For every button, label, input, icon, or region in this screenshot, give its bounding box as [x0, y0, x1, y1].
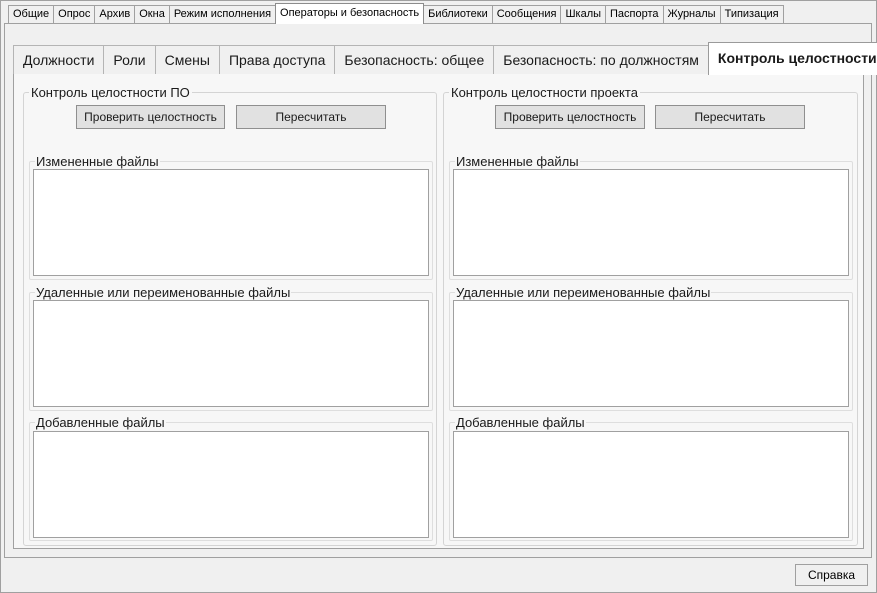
project-changed-files-label: Измененные файлы	[455, 154, 580, 169]
project-added-files-list[interactable]	[453, 431, 849, 538]
software-check-integrity-button[interactable]: Проверить целостность	[76, 105, 225, 129]
tab-messages[interactable]: Сообщения	[491, 5, 562, 23]
software-added-files-list[interactable]	[33, 431, 429, 538]
project-integrity-title: Контроль целостности проекта	[449, 85, 640, 100]
tab-access-rights[interactable]: Права доступа	[218, 45, 336, 74]
tab-execution-mode[interactable]: Режим исполнения	[168, 5, 277, 23]
tab-integrity-control[interactable]: Контроль целостности	[707, 42, 877, 75]
tab-security-by-position[interactable]: Безопасность: по должностям	[493, 45, 709, 74]
inner-tab-bar: Должности Роли Смены Права доступа Безоп…	[13, 42, 877, 75]
project-added-files-label: Добавленные файлы	[455, 415, 586, 430]
tab-general[interactable]: Общие	[8, 5, 55, 23]
tab-positions[interactable]: Должности	[13, 45, 105, 74]
software-recalculate-button[interactable]: Пересчитать	[236, 105, 386, 129]
tab-passports[interactable]: Паспорта	[605, 5, 664, 23]
help-button[interactable]: Справка	[795, 564, 868, 586]
tab-typing[interactable]: Типизация	[719, 5, 784, 23]
software-changed-files-list[interactable]	[33, 169, 429, 276]
software-deleted-files-list[interactable]	[33, 300, 429, 407]
software-changed-files-label: Измененные файлы	[35, 154, 160, 169]
project-recalculate-button[interactable]: Пересчитать	[655, 105, 805, 129]
project-deleted-files-list[interactable]	[453, 300, 849, 407]
tab-libraries[interactable]: Библиотеки	[423, 5, 493, 23]
software-integrity-title: Контроль целостности ПО	[29, 85, 192, 100]
project-deleted-files-label: Удаленные или переименованные файлы	[455, 285, 712, 300]
tab-scales[interactable]: Шкалы	[560, 5, 607, 23]
tab-journals[interactable]: Журналы	[662, 5, 721, 23]
tab-polling[interactable]: Опрос	[53, 5, 96, 23]
tab-archive[interactable]: Архив	[94, 5, 136, 23]
project-changed-files-list[interactable]	[453, 169, 849, 276]
software-added-files-label: Добавленные файлы	[35, 415, 166, 430]
tab-security-general[interactable]: Безопасность: общее	[334, 45, 495, 74]
tab-operators-security[interactable]: Операторы и безопасность	[275, 3, 425, 24]
project-check-integrity-button[interactable]: Проверить целостность	[495, 105, 645, 129]
software-deleted-files-label: Удаленные или переименованные файлы	[35, 285, 292, 300]
tab-roles[interactable]: Роли	[103, 45, 156, 74]
tab-shifts[interactable]: Смены	[154, 45, 220, 74]
tab-windows[interactable]: Окна	[134, 5, 170, 23]
top-tab-bar: Общие Опрос Архив Окна Режим исполнения …	[8, 3, 784, 24]
